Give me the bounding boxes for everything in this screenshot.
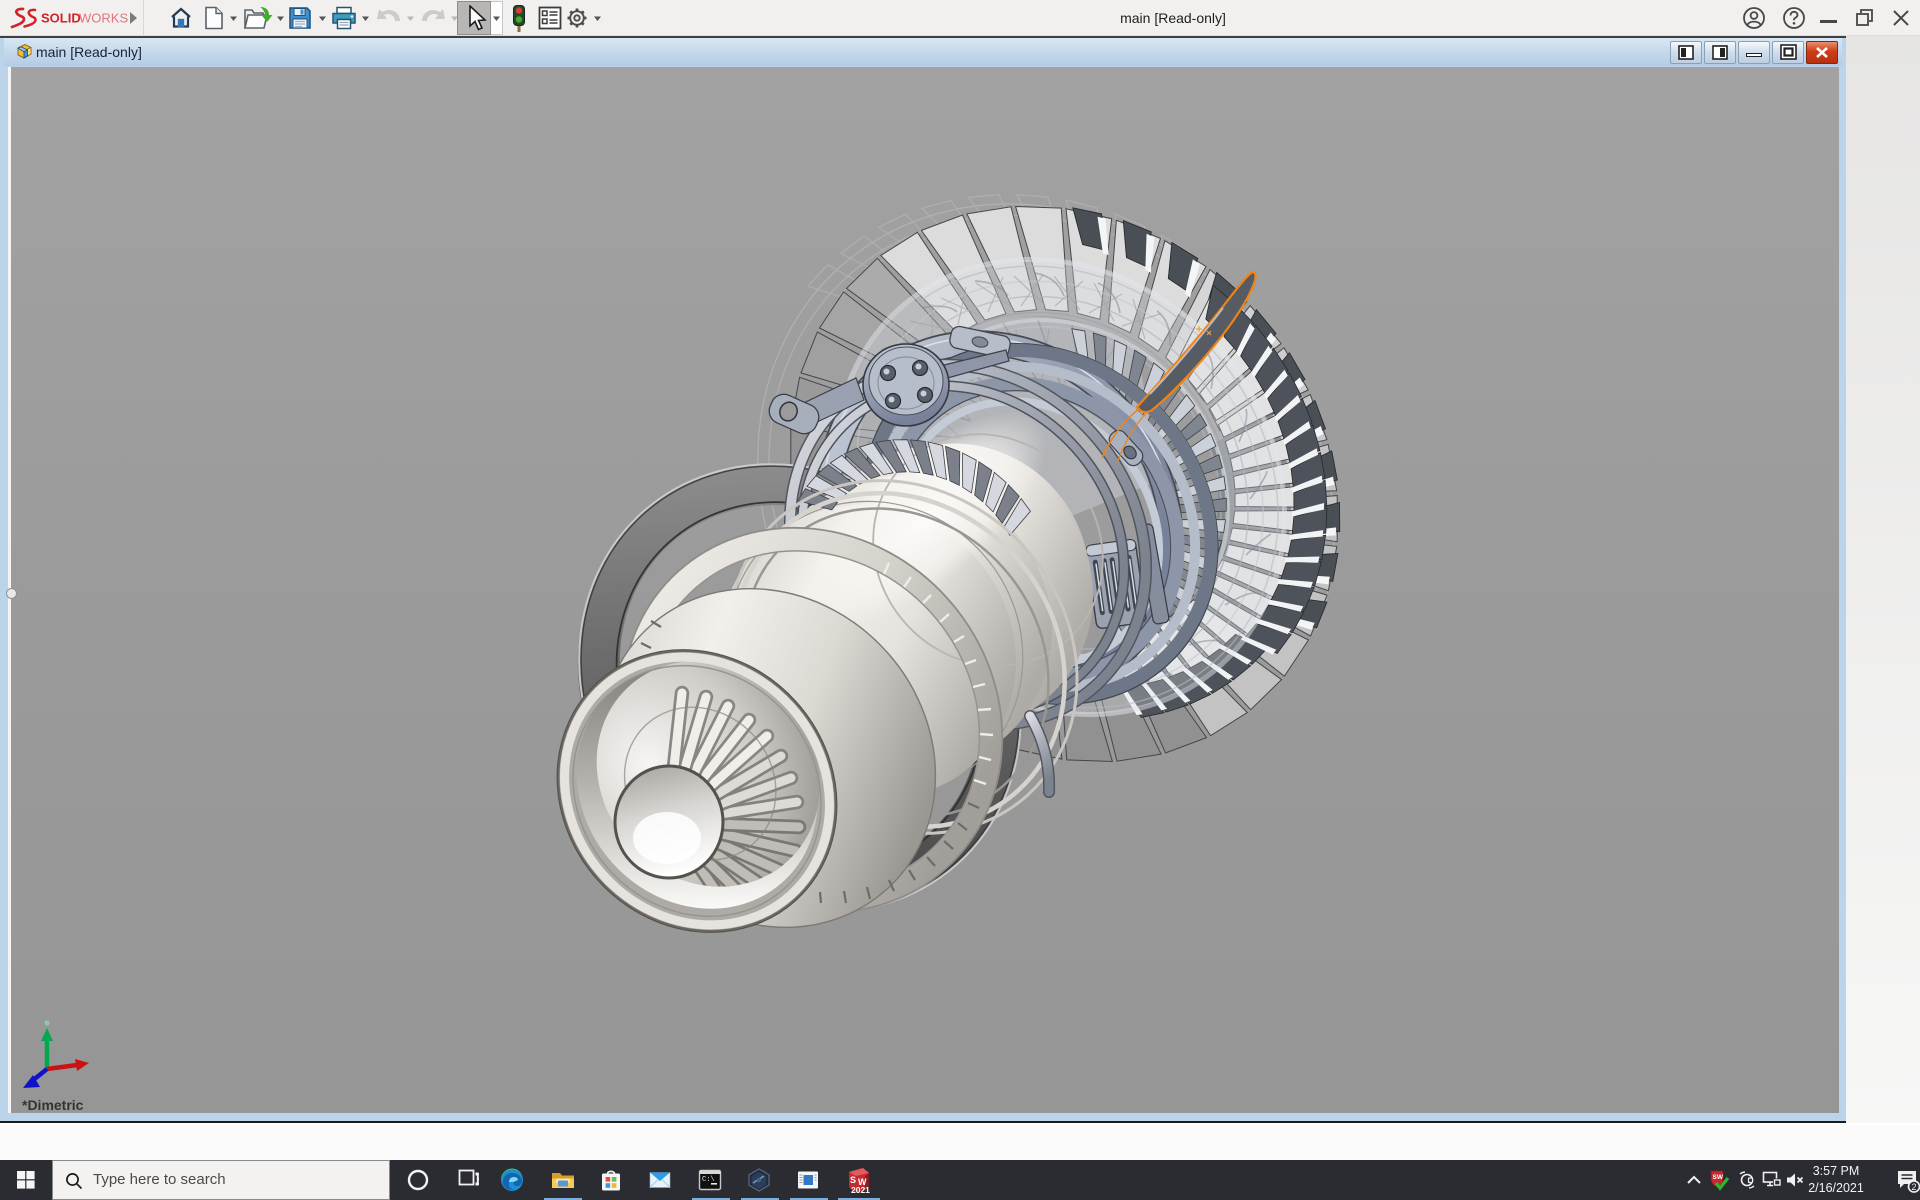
svg-text:SOLID: SOLID (41, 11, 81, 26)
svg-text:WORKS: WORKS (79, 11, 128, 26)
svg-text:S: S (850, 1175, 856, 1185)
svg-text:2021: 2021 (851, 1185, 870, 1195)
svg-text:*Dimetric: *Dimetric (22, 1097, 84, 1113)
svg-text:SW: SW (1713, 1174, 1724, 1181)
svg-text:2: 2 (1911, 1182, 1916, 1192)
svg-text:C:\: C:\ (702, 1176, 715, 1184)
